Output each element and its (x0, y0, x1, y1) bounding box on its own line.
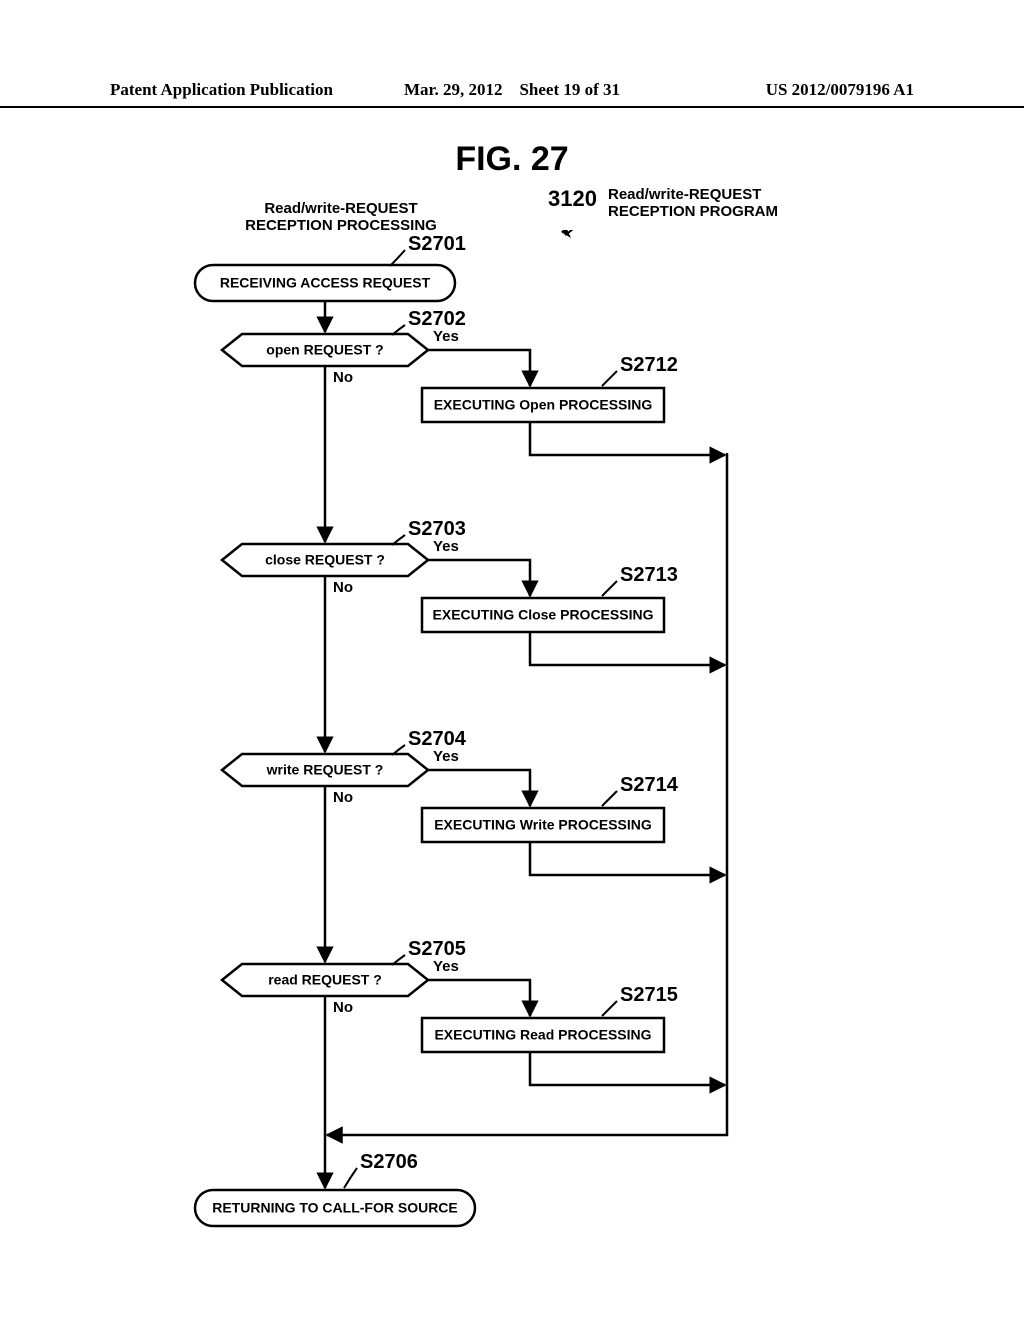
s2705-label: S2705 (408, 938, 466, 960)
s2702-no: No (333, 369, 353, 386)
s2702-label: S2702 (408, 308, 466, 330)
publication-date: Mar. 29, 2012 (404, 80, 503, 99)
step-s2704: write REQUEST ? S2704 Yes No (222, 728, 467, 806)
s2702-yes: Yes (433, 328, 459, 345)
s2705-yes: Yes (433, 958, 459, 975)
step-s2712: EXECUTING Open PROCESSING S2712 (422, 354, 678, 422)
reference-3120: 3120 (548, 186, 597, 212)
s2715-text: EXECUTING Read PROCESSING (434, 1027, 651, 1043)
step-s2706: RETURNING TO CALL-FOR SOURCE S2706 (195, 1151, 475, 1226)
step-s2701: RECEIVING ACCESS REQUEST S2701 (195, 233, 466, 301)
s2703-label: S2703 (408, 518, 466, 540)
s2702-text: open REQUEST ? (266, 342, 383, 358)
page: Patent Application Publication Mar. 29, … (0, 0, 1024, 1320)
s2704-label: S2704 (408, 728, 467, 750)
s2704-yes: Yes (433, 748, 459, 765)
s2715-label: S2715 (620, 984, 678, 1006)
s2705-text: read REQUEST ? (268, 972, 382, 988)
step-s2703: close REQUEST ? S2703 Yes No (222, 518, 466, 596)
step-s2714: EXECUTING Write PROCESSING S2714 (422, 774, 679, 842)
publication-date-sheet: Mar. 29, 2012 Sheet 19 of 31 (378, 80, 646, 100)
figure-title: FIG. 27 (0, 140, 1024, 179)
processing-title: Read/write-REQUEST RECEPTION PROCESSING (226, 200, 456, 234)
s2712-text: EXECUTING Open PROCESSING (434, 397, 653, 413)
flowchart: RECEIVING ACCESS REQUEST S2701 open REQU… (100, 230, 900, 1290)
s2712-label: S2712 (620, 354, 678, 376)
step-s2713: EXECUTING Close PROCESSING S2713 (422, 564, 678, 632)
s2706-text: RETURNING TO CALL-FOR SOURCE (212, 1200, 458, 1216)
s2714-text: EXECUTING Write PROCESSING (434, 817, 652, 833)
s2701-text: RECEIVING ACCESS REQUEST (220, 275, 431, 291)
s2705-no: No (333, 999, 353, 1016)
s2703-no: No (333, 579, 353, 596)
s2706-label: S2706 (360, 1151, 418, 1173)
s2704-no: No (333, 789, 353, 806)
patent-header: Patent Application Publication Mar. 29, … (0, 80, 1024, 108)
publication-number: US 2012/0079196 A1 (646, 80, 914, 100)
step-s2715: EXECUTING Read PROCESSING S2715 (422, 984, 678, 1052)
s2701-label: S2701 (408, 233, 466, 255)
s2713-text: EXECUTING Close PROCESSING (433, 607, 654, 623)
sheet-number: Sheet 19 of 31 (519, 80, 620, 99)
s2704-text: write REQUEST ? (266, 762, 384, 778)
step-s2702: open REQUEST ? S2702 Yes No (222, 308, 466, 386)
s2703-yes: Yes (433, 538, 459, 555)
s2703-text: close REQUEST ? (265, 552, 385, 568)
publication-type: Patent Application Publication (110, 80, 378, 100)
s2713-label: S2713 (620, 564, 678, 586)
program-title: Read/write-REQUEST RECEPTION PROGRAM (608, 186, 818, 221)
step-s2705: read REQUEST ? S2705 Yes No (222, 938, 466, 1016)
s2714-label: S2714 (620, 774, 679, 796)
